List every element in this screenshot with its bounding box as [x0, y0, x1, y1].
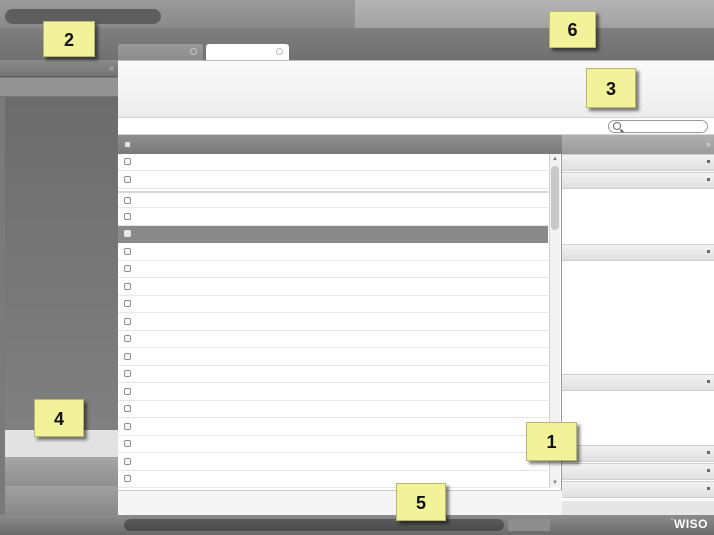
chevron-icon [707, 178, 710, 181]
table-row[interactable] [118, 313, 548, 331]
list-rows [118, 154, 548, 488]
list-header [118, 135, 562, 154]
double-chevron-left-icon[interactable]: « [109, 62, 114, 74]
chevron-icon [707, 250, 710, 253]
tab-1[interactable] [118, 44, 203, 60]
row-checkbox[interactable] [124, 387, 131, 395]
detail-panel: » [562, 135, 714, 515]
table-row[interactable] [118, 154, 548, 171]
detail-section[interactable] [562, 374, 714, 391]
row-checkbox[interactable] [124, 317, 131, 325]
row-checkbox[interactable] [124, 440, 131, 447]
table-row[interactable] [118, 243, 548, 261]
detail-section[interactable] [562, 445, 714, 462]
table-row[interactable] [118, 453, 548, 471]
row-checkbox[interactable] [124, 247, 131, 255]
table-row[interactable] [118, 331, 548, 348]
row-checkbox[interactable] [124, 265, 131, 272]
tab-2-close-icon[interactable] [276, 48, 283, 55]
brand-logo: °WISO [671, 517, 708, 531]
table-row[interactable] [118, 436, 548, 453]
title-bar-right [355, 0, 714, 28]
table-row-selected[interactable] [118, 226, 548, 243]
table-row[interactable] [118, 208, 548, 226]
callout-1: 1 [526, 422, 577, 461]
search-input[interactable] [608, 120, 708, 133]
title-bar [0, 0, 714, 60]
row-checkbox[interactable] [124, 370, 131, 377]
callout-6: 6 [549, 11, 596, 48]
chevron-icon [707, 469, 710, 472]
brand-name: WISO [674, 517, 708, 531]
status-progress-track [124, 519, 504, 531]
row-checkbox[interactable] [124, 175, 131, 183]
scroll-up-icon[interactable]: ▲ [552, 156, 558, 162]
row-checkbox[interactable] [124, 422, 131, 430]
chevron-icon [707, 380, 710, 383]
row-checkbox[interactable] [124, 335, 131, 342]
table-row[interactable] [118, 366, 548, 383]
row-checkbox[interactable] [124, 352, 131, 360]
sidebar-list[interactable] [5, 97, 118, 430]
row-checkbox[interactable] [124, 158, 131, 165]
row-checkbox[interactable] [124, 282, 131, 290]
detail-section[interactable] [562, 481, 714, 498]
table-row[interactable] [118, 191, 548, 208]
scrollbar-thumb[interactable] [551, 166, 559, 230]
tab-1-close-icon[interactable] [190, 48, 197, 55]
detail-section[interactable] [562, 463, 714, 480]
navigation-sidebar: « [0, 60, 118, 515]
row-checkbox[interactable] [124, 475, 131, 482]
sidebar-item[interactable] [0, 78, 118, 96]
chevron-icon [707, 160, 710, 163]
table-row[interactable] [118, 278, 548, 296]
row-checkbox[interactable] [124, 300, 131, 307]
scroll-down-icon[interactable]: ▼ [552, 480, 558, 486]
detail-section[interactable] [562, 172, 714, 189]
select-all-checkbox[interactable] [124, 141, 131, 148]
callout-5: 5 [396, 483, 446, 521]
table-row[interactable] [118, 383, 548, 401]
status-bar: °WISO [0, 515, 714, 535]
magnifier-icon [613, 122, 621, 130]
table-row[interactable] [118, 471, 548, 488]
sidebar-item[interactable] [5, 486, 118, 515]
status-button[interactable] [508, 519, 550, 531]
table-row[interactable] [118, 261, 548, 278]
row-checkbox[interactable] [124, 197, 131, 204]
table-row[interactable] [118, 348, 548, 366]
sidebar-item[interactable] [5, 457, 118, 486]
detail-panel-footer [562, 501, 714, 515]
callout-4: 4 [34, 399, 84, 437]
detail-panel-header: » [562, 135, 714, 154]
app-window: « ▲ ▼ » °WISO 2 6 3 4 1 5 [0, 0, 714, 535]
detail-section[interactable] [562, 154, 714, 171]
sidebar-header: « [0, 60, 118, 77]
search-bar [118, 117, 714, 135]
list-footer [118, 490, 562, 515]
callout-2: 2 [43, 21, 95, 57]
table-row[interactable] [118, 296, 548, 313]
row-checkbox[interactable] [124, 212, 131, 220]
table-row[interactable] [118, 171, 548, 189]
row-checkbox[interactable] [124, 230, 131, 237]
chevron-icon [707, 487, 710, 490]
callout-3: 3 [586, 68, 636, 108]
row-checkbox[interactable] [124, 457, 131, 465]
tab-2-active[interactable] [206, 44, 289, 60]
double-chevron-right-icon[interactable]: » [706, 138, 711, 150]
table-row[interactable] [118, 401, 548, 418]
detail-section[interactable] [562, 244, 714, 261]
row-checkbox[interactable] [124, 405, 131, 412]
item-list: ▲ ▼ [118, 135, 562, 515]
table-row[interactable] [118, 418, 548, 436]
chevron-icon [707, 451, 710, 454]
